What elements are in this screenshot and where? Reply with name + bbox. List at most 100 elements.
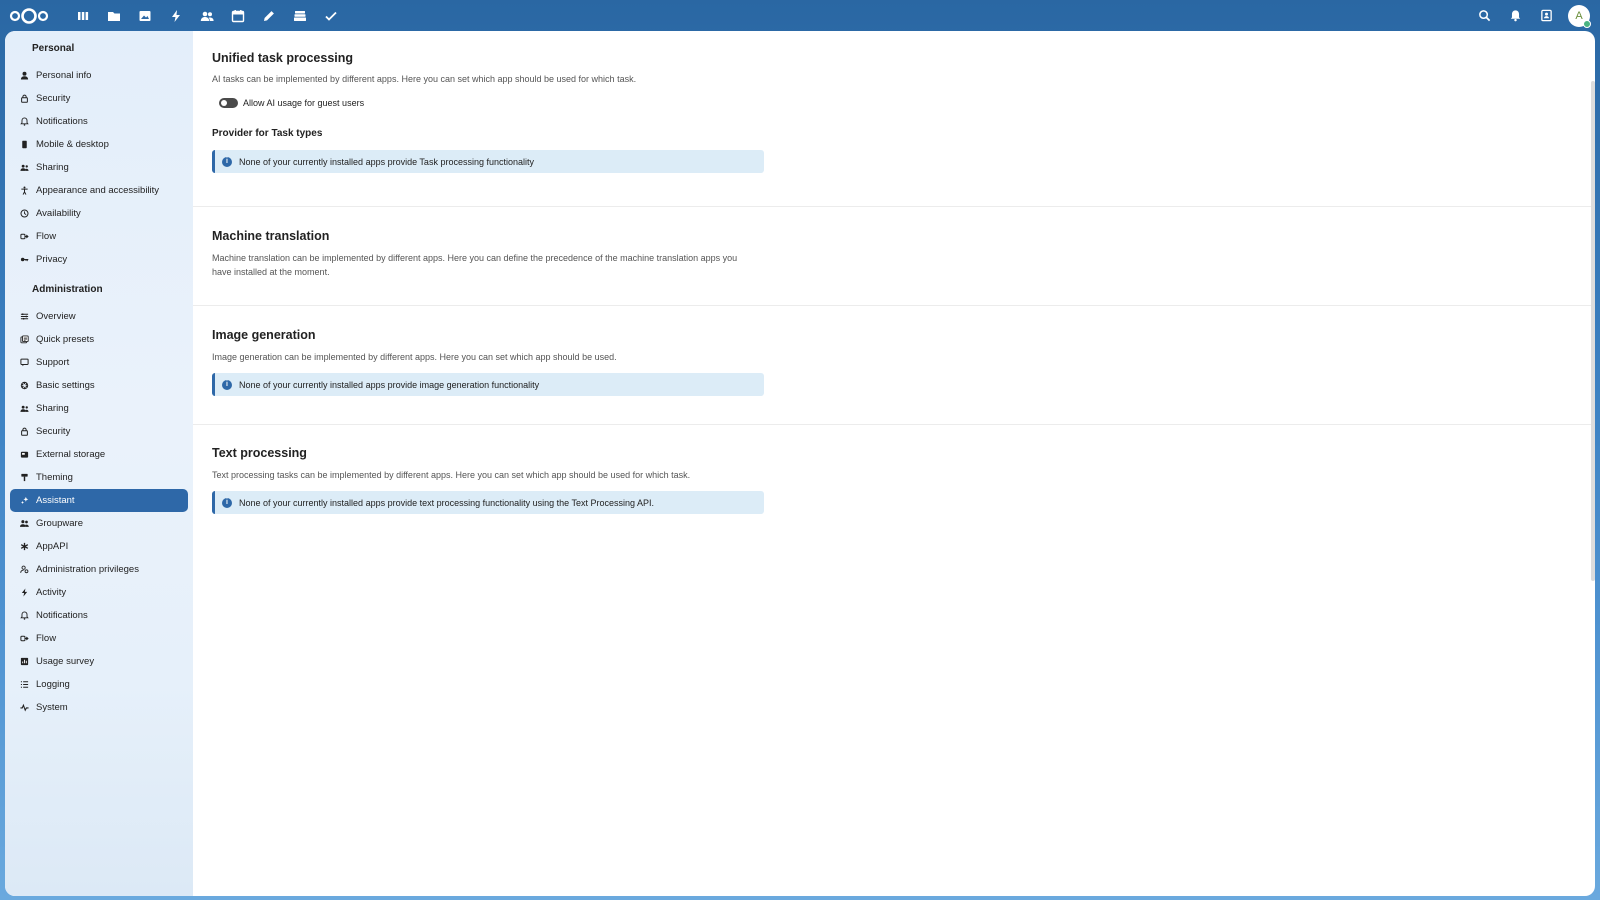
sidebar-personal-privacy[interactable]: Privacy bbox=[10, 248, 188, 271]
sidebar-personal-notifications[interactable]: Notifications bbox=[10, 110, 188, 133]
sidebar-admin-security[interactable]: Security bbox=[10, 420, 188, 443]
notice-text: None of your currently installed apps pr… bbox=[239, 379, 540, 390]
calendar-icon[interactable] bbox=[222, 0, 253, 31]
sidebar-item-label: Assistant bbox=[36, 495, 75, 506]
sidebar-item-label: Logging bbox=[36, 679, 70, 690]
guest-ai-toggle-row[interactable]: Allow AI usage for guest users bbox=[219, 98, 1595, 108]
guest-ai-toggle-label: Allow AI usage for guest users bbox=[243, 98, 365, 108]
sidebar-item-label: Usage survey bbox=[36, 656, 95, 667]
sidebar-admin-groupware[interactable]: Groupware bbox=[10, 512, 188, 535]
section-title: Machine translation bbox=[212, 229, 330, 243]
sidebar-section-personal: Personal bbox=[32, 43, 75, 54]
sidebar-admin-activity[interactable]: Activity bbox=[10, 581, 188, 604]
activity-icon bbox=[19, 588, 29, 598]
sidebar-item-label: Activity bbox=[36, 587, 67, 598]
share-icon bbox=[19, 163, 29, 173]
sidebar-item-label: Quick presets bbox=[36, 334, 95, 345]
pulse-icon bbox=[19, 703, 29, 713]
lock-icon bbox=[19, 94, 29, 104]
sidebar-admin-system[interactable]: System bbox=[10, 696, 188, 719]
contacts-icon[interactable] bbox=[191, 0, 222, 31]
sparkle-icon bbox=[19, 496, 29, 506]
section-description: Image generation can be implemented by d… bbox=[212, 352, 617, 362]
photos-icon[interactable] bbox=[129, 0, 160, 31]
tasks-icon[interactable] bbox=[315, 0, 346, 31]
content-scrollbar[interactable] bbox=[1591, 81, 1595, 581]
sidebar-admin-sharing[interactable]: Sharing bbox=[10, 397, 188, 420]
notifications-bell-icon[interactable] bbox=[1500, 0, 1531, 31]
sidebar-item-label: Flow bbox=[36, 231, 57, 242]
sidebar-item-label: AppAPI bbox=[36, 541, 69, 552]
survey-icon bbox=[19, 657, 29, 667]
settings-window: Personal Personal info Security Notificati… bbox=[5, 31, 1595, 896]
sidebar-admin-quick-presets[interactable]: Quick presets bbox=[10, 328, 188, 351]
share-icon bbox=[19, 404, 29, 414]
lock-icon bbox=[19, 427, 29, 437]
sidebar-admin-logging[interactable]: Logging bbox=[10, 673, 188, 696]
sidebar-item-label: System bbox=[36, 702, 68, 713]
text-processing-notice: i None of your currently installed apps … bbox=[212, 491, 764, 514]
notice-text: None of your currently installed apps pr… bbox=[239, 497, 655, 508]
sidebar-item-label: Privacy bbox=[36, 254, 68, 265]
activity-icon[interactable] bbox=[160, 0, 191, 31]
sidebar-admin-flow[interactable]: Flow bbox=[10, 627, 188, 650]
sidebar-admin-appapi[interactable]: AppAPI bbox=[10, 535, 188, 558]
section-title: Image generation bbox=[212, 328, 316, 342]
section-unified-task-processing: Unified task processing AI tasks can be … bbox=[193, 31, 1595, 207]
appapi-icon bbox=[19, 542, 29, 552]
info-icon: i bbox=[222, 497, 232, 508]
info-icon: i bbox=[222, 156, 232, 167]
sidebar-item-label: Support bbox=[36, 357, 70, 368]
info-icon: i bbox=[222, 379, 232, 390]
phone-icon bbox=[19, 140, 29, 150]
sidebar-personal-security[interactable]: Security bbox=[10, 87, 188, 110]
sidebar-admin-theming[interactable]: Theming bbox=[10, 466, 188, 489]
provider-subtitle: Provider for Task types bbox=[212, 128, 323, 139]
admin-icon bbox=[19, 565, 29, 575]
notes-icon[interactable] bbox=[253, 0, 284, 31]
sidebar-personal-personal-info[interactable]: Personal info bbox=[10, 64, 188, 87]
section-text-processing: Text processing Text processing tasks ca… bbox=[193, 425, 1595, 514]
section-title: Unified task processing bbox=[212, 51, 354, 65]
sidebar-item-label: Personal info bbox=[36, 70, 92, 81]
contacts-menu-icon[interactable] bbox=[1531, 0, 1562, 31]
sidebar-personal-availability[interactable]: Availability bbox=[10, 202, 188, 225]
search-icon[interactable] bbox=[1469, 0, 1500, 31]
sidebar-admin-external-storage[interactable]: External storage bbox=[10, 443, 188, 466]
avatar[interactable]: A bbox=[1568, 4, 1591, 28]
sidebar-personal-mobile-desktop[interactable]: Mobile & desktop bbox=[10, 133, 188, 156]
sidebar-item-label: Security bbox=[36, 93, 71, 104]
sidebar-admin-assistant[interactable]: Assistant bbox=[10, 489, 188, 512]
sidebar-item-label: Mobile & desktop bbox=[36, 139, 109, 150]
sidebar-item-label: Overview bbox=[36, 311, 76, 322]
sidebar-admin-support[interactable]: Support bbox=[10, 351, 188, 374]
sidebar-item-label: Administration privileges bbox=[36, 564, 139, 575]
overview-icon bbox=[19, 312, 29, 322]
sidebar-admin-administration-privileges[interactable]: Administration privileges bbox=[10, 558, 188, 581]
sidebar-item-label: Availability bbox=[36, 208, 81, 219]
nextcloud-logo-icon[interactable] bbox=[9, 6, 49, 26]
flow-icon bbox=[19, 634, 29, 644]
sidebar-personal-appearance-and-accessibility[interactable]: Appearance and accessibility bbox=[10, 179, 188, 202]
sidebar-item-label: Appearance and accessibility bbox=[36, 185, 160, 196]
settings-sidebar: Personal Personal info Security Notificati… bbox=[5, 31, 193, 896]
status-online-icon bbox=[1583, 19, 1591, 28]
sidebar-admin-usage-survey[interactable]: Usage survey bbox=[10, 650, 188, 673]
sidebar-item-label: Notifications bbox=[36, 610, 88, 621]
flow-icon bbox=[19, 232, 29, 242]
gear-icon bbox=[19, 381, 29, 391]
sidebar-admin-notifications[interactable]: Notifications bbox=[10, 604, 188, 627]
clock-icon bbox=[19, 209, 29, 219]
files-icon[interactable] bbox=[98, 0, 129, 31]
guest-ai-toggle-switch[interactable] bbox=[219, 98, 238, 108]
deck-icon[interactable] bbox=[284, 0, 315, 31]
dashboard-icon[interactable] bbox=[67, 0, 98, 31]
sidebar-admin-basic-settings[interactable]: Basic settings bbox=[10, 374, 188, 397]
sidebar-admin-overview[interactable]: Overview bbox=[10, 305, 188, 328]
sidebar-item-label: Flow bbox=[36, 633, 57, 644]
sidebar-personal-sharing[interactable]: Sharing bbox=[10, 156, 188, 179]
section-description: Machine translation can be implemented b… bbox=[212, 253, 738, 277]
sidebar-personal-flow[interactable]: Flow bbox=[10, 225, 188, 248]
support-icon bbox=[19, 358, 29, 368]
brush-icon bbox=[19, 473, 29, 483]
